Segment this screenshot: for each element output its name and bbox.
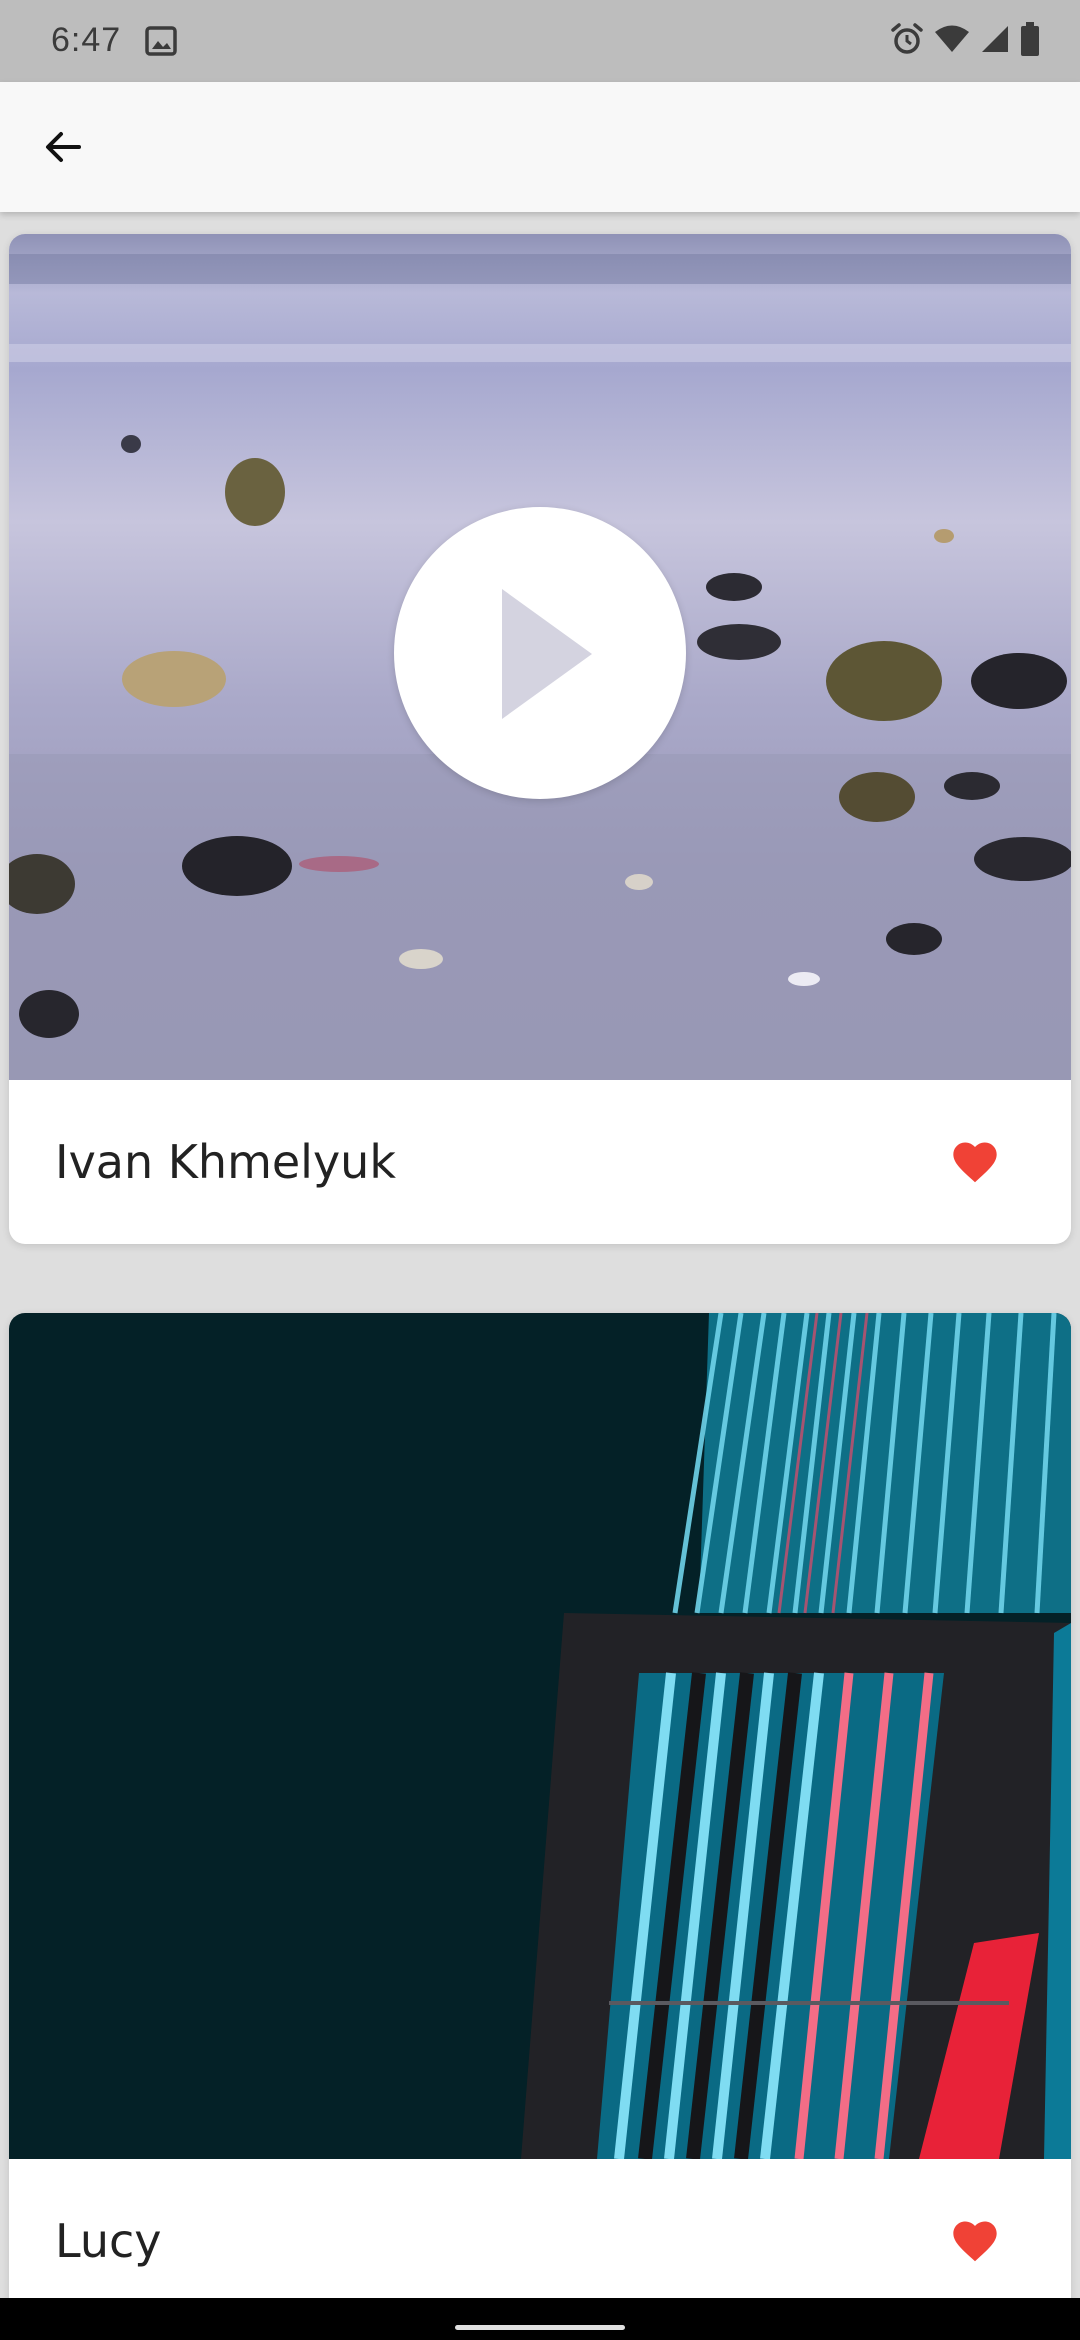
media-card[interactable]: Lucy [9,1313,1071,2298]
status-time: 6:47 [51,21,122,59]
beach-thumbnail[interactable] [9,234,1071,1080]
arrow-back-icon [46,132,81,162]
neon-photo [521,1313,1071,2159]
gallery-icon [145,26,177,56]
heart-icon [953,1142,997,1183]
card-caption: Lucy [9,2159,1071,2298]
status-bar: 6:47 [0,0,1080,82]
card-caption: Ivan Khmelyuk [9,1080,1071,1244]
battery-icon [1020,22,1040,60]
favorite-button[interactable] [949,1136,1001,1188]
neon-thumbnail[interactable] [9,1313,1071,2159]
wifi-icon [934,24,970,58]
signal-icon [980,24,1010,58]
favorite-button[interactable] [949,2215,1001,2267]
app-bar [0,82,1080,212]
status-icons [890,22,1040,60]
author-name: Ivan Khmelyuk [55,1135,396,1189]
screen: { "status_bar": { "time": "6:47", "icons… [0,0,1080,2340]
alarm-icon [890,22,924,60]
heart-icon [953,2221,997,2262]
media-card[interactable]: Ivan Khmelyuk [9,234,1071,1244]
home-gesture-handle[interactable] [455,2325,625,2330]
author-name: Lucy [55,2214,162,2268]
back-button[interactable] [30,114,96,180]
navigation-bar [0,2298,1080,2340]
media-feed: Ivan Khmelyuk Lucy [0,212,1080,2298]
play-icon [502,589,592,719]
play-button[interactable] [394,507,686,799]
